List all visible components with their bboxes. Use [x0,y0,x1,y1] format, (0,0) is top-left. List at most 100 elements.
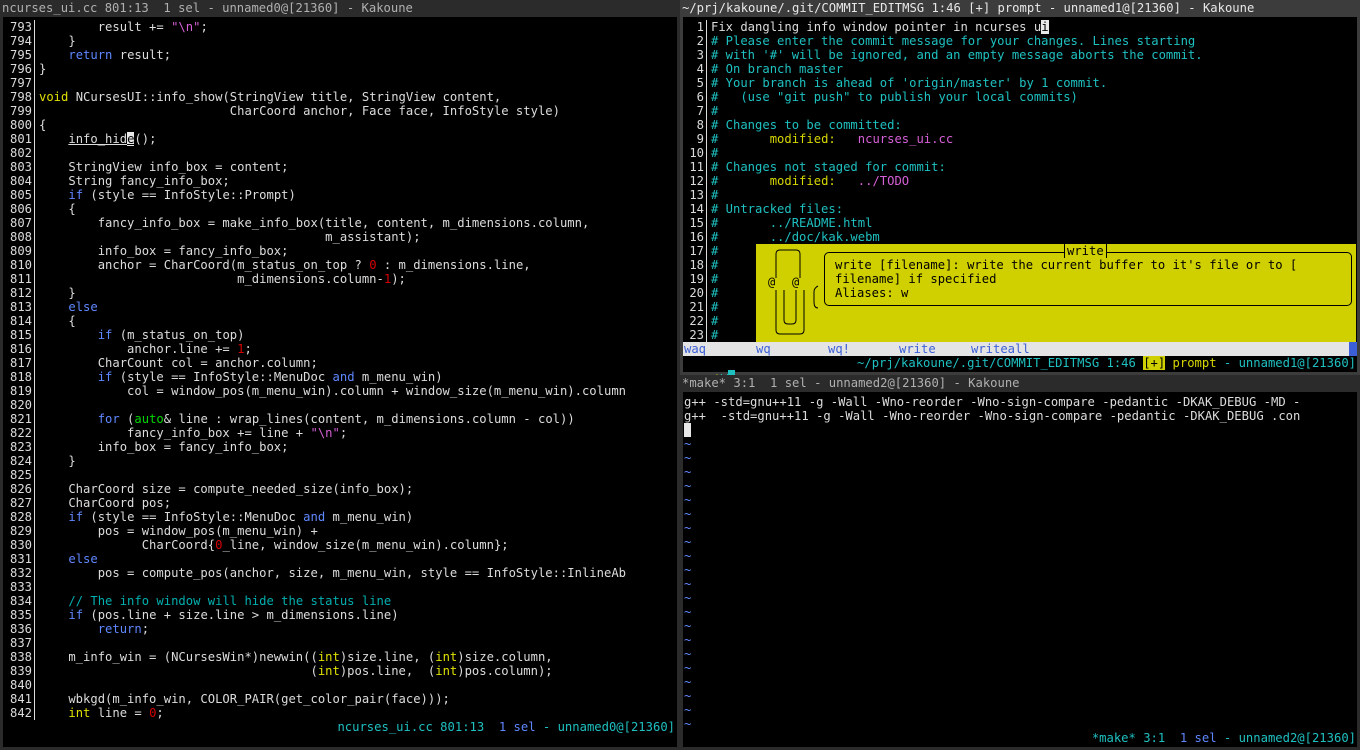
code-line: 2 # Please enter the commit message for y… [683,34,1357,48]
menu-item-waq[interactable]: waq [684,342,706,356]
token: result += [39,20,172,34]
line-number: 818 [3,370,35,384]
token: # On branch master [711,62,844,76]
left-code-area[interactable]: 793 result += "\n"; 794 } 795 return resul… [3,20,677,720]
token: # with '#' will be ignored, and an empty… [711,48,1203,62]
line-content: } [35,62,46,76]
token: ; [156,706,164,720]
token: ../TODO [857,174,910,188]
make-output-window[interactable]: *make* 3:1 1 sel - unnamed2@[21360] - Ka… [680,375,1360,750]
line-content [35,468,39,482]
code-line: 810 anchor = CharCoord(m_status_on_top ?… [3,258,677,272]
line-number: 17 [683,244,707,258]
token: int [317,664,340,678]
menu-item-wq-force[interactable]: wq! [828,342,850,356]
token: # Please enter the commit message for yo… [711,34,1196,48]
line-content: { [35,202,75,216]
code-line: 812 } [3,286,677,300]
make-status-pos: *make* 3:1 [1091,731,1173,745]
code-line: 826 CharCoord size = compute_needed_size… [3,482,677,496]
code-line: 835 if (pos.line + size.line > m_dimensi… [3,608,677,622]
make-status-client: - unnamed2@[21360] [1216,731,1356,745]
line-content: (int)pos.line, (int)pos.column); [35,664,552,678]
token: (pos.line + size.line > m_dimensions.lin… [83,608,399,622]
line-number: 23 [683,328,707,342]
line-content: # with '#' will be ignored, and an empty… [707,48,1203,62]
token: # Untracked files: [711,202,844,216]
token: # Changes to be committed: [711,118,902,132]
line-content: { [35,314,75,328]
line-content: m_assistant); [35,230,420,244]
code-line: 817 CharCount col = anchor.column; [3,356,677,370]
line-number: 809 [3,244,35,258]
line-number: 803 [3,160,35,174]
line-content: # modified: ../TODO [707,174,909,188]
token: ; [141,622,150,636]
token: else [68,552,98,566]
make-status-sel: 1 sel [1172,731,1217,745]
line-content: { [35,118,46,132]
line-number: 812 [3,286,35,300]
line-content: anchor.line += 1; [35,342,252,356]
line-content: # On branch master [707,62,843,76]
line-content: # [707,314,718,328]
code-line: 818 if (style == InfoStyle::MenuDoc and … [3,370,677,384]
token: wbkgd(m_info_win, COLOR_PAIR(get_color_p… [39,692,450,706]
svg-text:@: @ [792,275,799,289]
code-line: 837 [3,636,677,650]
left-editor-window[interactable]: ncurses_ui.cc 801:13 1 sel - unnamed0@[2… [0,0,680,750]
token: col = window_pos(m_menu_win).column + wi… [39,384,626,398]
empty-line-marker: ~ [684,591,692,605]
token: and [303,510,326,524]
line-number: 821 [3,412,35,426]
token: auto [134,412,164,426]
token: # [711,300,719,314]
code-line: 815 if (m_status_on_top) [3,328,677,342]
code-line: 804 String fancy_info_box; [3,174,677,188]
code-line: 805 if (style == InfoStyle::Prompt) [3,188,677,202]
menu-scrollbar[interactable] [1349,342,1357,356]
line-number: 12 [683,174,707,188]
line-number: 10 [683,146,707,160]
empty-line-marker: ~ [684,647,692,661]
menu-item-wq[interactable]: wq [756,342,771,356]
token: ); [391,272,406,286]
code-line: 10 # [683,146,1357,160]
token: return [97,622,142,636]
token: # [711,272,719,286]
line-content: int line = 0; [35,706,164,720]
menu-item-write[interactable]: write [899,342,936,356]
line-number: 802 [3,146,35,160]
menu-item-writeall[interactable]: writeall [971,342,1030,356]
line-number: 19 [683,272,707,286]
make-text-area[interactable]: g++ -std=gnu++11 -g -Wall -Wno-reorder -… [684,395,1356,731]
left-status-sel: 1 sel [491,720,536,734]
token: ( [119,412,135,426]
line-number: 842 [3,706,35,720]
info-popup-title: write [1064,244,1107,258]
make-line: g++ -std=gnu++11 -g -Wall -Wno-reorder -… [684,395,1301,409]
line-number: 797 [3,76,35,90]
line-number: 4 [683,62,707,76]
commit-editor-window[interactable]: ~/prj/kakoune/.git/COMMIT_EDITMSG 1:46 [… [680,0,1360,384]
line-number: 838 [3,650,35,664]
code-line: 809 info_box = fancy_info_box; [3,244,677,258]
code-line: 825 [3,468,677,482]
line-content: if (style == InfoStyle::Prompt) [35,188,295,202]
line-number: 22 [683,314,707,328]
info-popup-body: write [filename]: write the current buff… [835,258,1297,300]
command-prompt[interactable]: :w [684,356,736,384]
line-number: 826 [3,482,35,496]
empty-line-marker: ~ [684,549,692,563]
token: int [435,664,458,678]
empty-line-marker: ~ [684,521,692,535]
line-number: 801 [3,132,35,146]
line-number: 5 [683,76,707,90]
completion-menu[interactable]: waq wq wq! write writeall [683,342,1357,356]
token: & line : wrap_lines(content, m_dimension… [163,412,575,426]
token: # (use "git push" to publish your local … [711,90,1078,104]
token: i [1041,20,1049,34]
